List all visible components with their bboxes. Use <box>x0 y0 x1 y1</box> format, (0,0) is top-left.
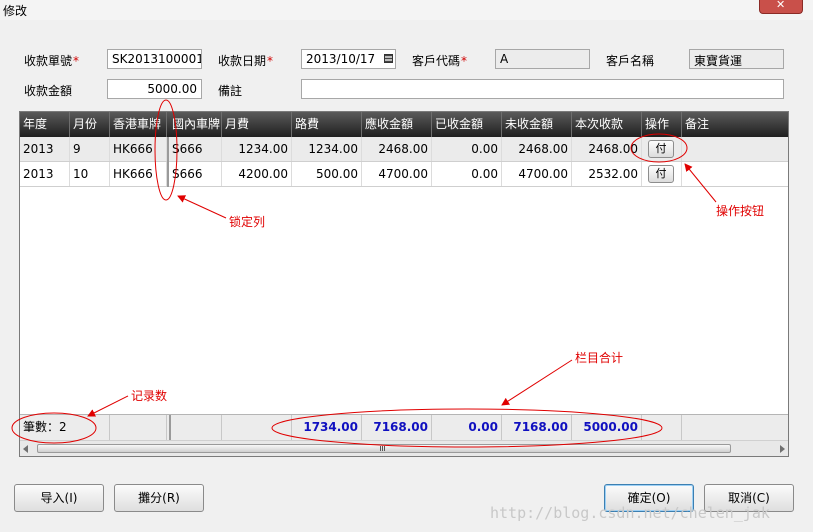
annotation-record-count: 记录数 <box>131 389 168 403</box>
annotation-column-totals: 栏目合计 <box>575 351 624 365</box>
locked-column-ellipse <box>154 99 178 201</box>
record-count-arrow <box>87 395 129 417</box>
action-button-arrow <box>684 163 717 203</box>
record-count-ellipse <box>11 412 97 444</box>
annotation-action-button: 操作按钮 <box>716 204 765 218</box>
action-button-ellipse <box>630 133 688 163</box>
column-totals-arrow <box>501 359 573 406</box>
column-totals-ellipse <box>271 408 663 448</box>
annotation-overlay <box>11 99 717 448</box>
annotation-locked-column: 锁定列 <box>229 215 266 229</box>
locked-column-arrow <box>177 195 227 219</box>
